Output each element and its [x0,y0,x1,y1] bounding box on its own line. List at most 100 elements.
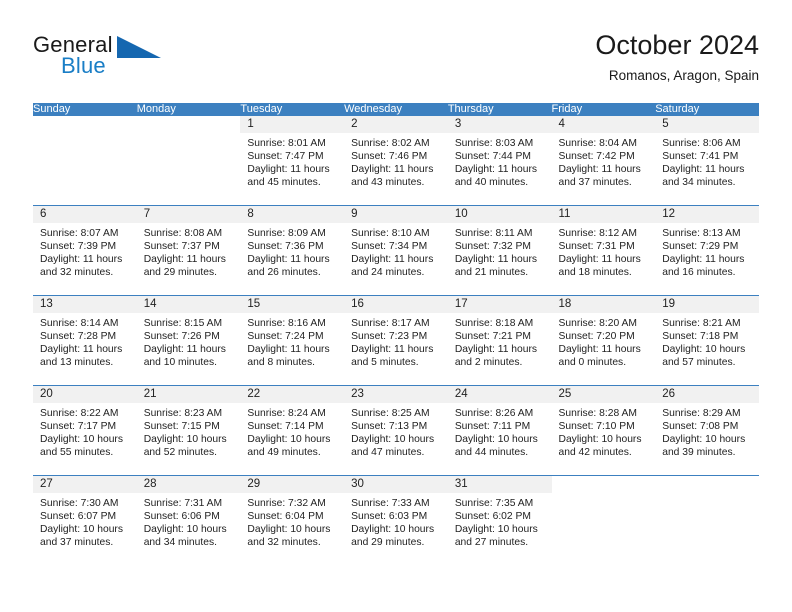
calendar-day-cell[interactable]: 12 Sunrise: 8:13 AM Sunset: 7:29 PM Dayligh… [655,205,759,296]
daylight-text-line2: and 43 minutes. [351,177,425,189]
day-sun-details: Sunrise: 8:03 AM Sunset: 7:44 PM Daylight:… [448,133,552,189]
sunset-text: Sunset: 7:17 PM [40,421,117,433]
calendar-day-cell[interactable]: 11 Sunrise: 8:12 AM Sunset: 7:31 PM Dayligh… [551,205,656,296]
calendar-day-cell[interactable]: 14 Sunrise: 8:15 AM Sunset: 7:26 PM Dayligh… [136,295,241,386]
day-number: 14 [136,296,241,313]
sunset-text: Sunset: 7:13 PM [351,421,428,433]
calendar-day-cell[interactable]: 25 Sunrise: 8:28 AM Sunset: 7:10 PM Dayligh… [551,385,656,476]
calendar-day-cell[interactable]: 6 Sunrise: 8:07 AM Sunset: 7:39 PM Daylight… [33,205,137,296]
day-sun-details: Sunrise: 8:20 AM Sunset: 7:20 PM Daylight:… [552,313,656,369]
sunset-text: Sunset: 6:07 PM [40,511,117,523]
sunrise-text: Sunrise: 8:25 AM [351,408,430,419]
day-sun-details: Sunrise: 8:22 AM Sunset: 7:17 PM Daylight:… [33,403,137,459]
daylight-text-line1: Daylight: 10 hours [454,524,538,536]
sunrise-text: Sunrise: 7:30 AM [40,498,119,509]
calendar-day-cell[interactable]: 8 Sunrise: 8:09 AM Sunset: 7:36 PM Daylight… [240,205,345,296]
calendar-day-cell[interactable] [551,475,656,565]
weekday-header-sunday: Sunday [33,103,137,116]
daylight-text-line1: Daylight: 11 hours [143,254,226,266]
calendar-day-cell[interactable]: 7 Sunrise: 8:08 AM Sunset: 7:37 PM Daylight… [136,205,241,296]
daylight-text-line1: Daylight: 11 hours [558,344,641,356]
calendar-day-cell[interactable]: 22 Sunrise: 8:24 AM Sunset: 7:14 PM Dayligh… [240,385,345,476]
day-sun-details: Sunrise: 7:32 AM Sunset: 6:04 PM Daylight:… [240,493,344,549]
day-sun-details: Sunrise: 8:24 AM Sunset: 7:14 PM Daylight:… [240,403,344,459]
sunset-text: Sunset: 7:44 PM [454,151,531,163]
calendar-day-cell[interactable]: 5 Sunrise: 8:06 AM Sunset: 7:41 PM Daylight… [655,116,759,206]
day-sun-details: Sunrise: 8:04 AM Sunset: 7:42 PM Daylight:… [552,133,656,189]
daylight-text-line1: Daylight: 11 hours [247,344,330,356]
sunrise-text: Sunrise: 8:12 AM [558,228,637,239]
page-header: General Blue October 2024 Romanos, Arago… [33,28,759,94]
calendar-day-cell[interactable] [137,116,241,206]
calendar-day-cell[interactable]: 26 Sunrise: 8:29 AM Sunset: 7:08 PM Dayligh… [655,385,759,476]
sunset-text: Sunset: 7:47 PM [247,151,324,163]
calendar-day-cell[interactable]: 2 Sunrise: 8:02 AM Sunset: 7:46 PM Daylight… [344,116,448,206]
calendar-day-cell[interactable]: 28 Sunrise: 7:31 AM Sunset: 6:06 PM Dayligh… [136,475,241,565]
daylight-text-line1: Daylight: 11 hours [143,344,226,356]
sunrise-text: Sunrise: 8:01 AM [247,138,326,149]
calendar-week-row: 13 Sunrise: 8:14 AM Sunset: 7:28 PM Dayligh… [33,295,759,386]
sunset-text: Sunset: 7:14 PM [247,421,324,433]
calendar-day-cell[interactable]: 4 Sunrise: 8:04 AM Sunset: 7:42 PM Daylight… [551,116,656,206]
calendar-day-cell[interactable] [655,475,759,565]
calendar-day-cell[interactable]: 19 Sunrise: 8:21 AM Sunset: 7:18 PM Dayligh… [655,295,759,386]
sunset-text: Sunset: 7:34 PM [351,241,428,253]
day-sun-details: Sunrise: 8:15 AM Sunset: 7:26 PM Daylight:… [137,313,241,369]
calendar-day-cell[interactable]: 17 Sunrise: 8:18 AM Sunset: 7:21 PM Dayligh… [447,295,552,386]
calendar-day-cell[interactable]: 13 Sunrise: 8:14 AM Sunset: 7:28 PM Dayligh… [33,295,137,386]
calendar-day-cell[interactable]: 10 Sunrise: 8:11 AM Sunset: 7:32 PM Dayligh… [447,205,552,296]
calendar-day-cell[interactable]: 20 Sunrise: 8:22 AM Sunset: 7:17 PM Dayligh… [33,385,137,476]
daylight-text-line1: Daylight: 10 hours [40,434,123,446]
daylight-text-line2: and 18 minutes. [558,267,632,279]
sunrise-text: Sunrise: 8:16 AM [247,318,326,329]
page-subtitle: Romanos, Aragon, Spain [608,68,759,83]
sunrise-text: Sunrise: 8:23 AM [143,408,223,419]
daylight-text-line2: and 8 minutes. [247,357,315,369]
sunrise-text: Sunrise: 8:22 AM [40,408,119,419]
calendar-day-cell[interactable]: 21 Sunrise: 8:23 AM Sunset: 7:15 PM Dayligh… [136,385,241,476]
day-sun-details: Sunrise: 8:16 AM Sunset: 7:24 PM Daylight:… [240,313,344,369]
calendar-day-cell[interactable]: 27 Sunrise: 7:30 AM Sunset: 6:07 PM Dayligh… [33,475,137,565]
day-sun-details: Sunrise: 7:35 AM Sunset: 6:02 PM Daylight:… [448,493,552,549]
daylight-text-line2: and 24 minutes. [351,267,425,279]
day-number: 30 [344,476,448,493]
daylight-text-line1: Daylight: 11 hours [40,344,123,356]
general-blue-logo[interactable]: General Blue [33,32,163,84]
calendar-day-cell[interactable]: 23 Sunrise: 8:25 AM Sunset: 7:13 PM Dayligh… [344,385,448,476]
daylight-text-line2: and 45 minutes. [247,177,321,189]
calendar-day-cell[interactable]: 16 Sunrise: 8:17 AM Sunset: 7:23 PM Dayligh… [344,295,448,386]
daylight-text-line2: and 37 minutes. [40,537,114,549]
daylight-text-line1: Daylight: 10 hours [351,434,435,446]
daylight-text-line1: Daylight: 11 hours [662,254,745,266]
daylight-text-line1: Daylight: 11 hours [247,254,330,266]
day-number [33,116,137,133]
calendar-day-cell[interactable]: 1 Sunrise: 8:01 AM Sunset: 7:47 PM Daylight… [240,116,345,206]
calendar-day-cell[interactable]: 29 Sunrise: 7:32 AM Sunset: 6:04 PM Dayligh… [240,475,345,565]
sunrise-text: Sunrise: 8:02 AM [351,138,430,149]
logo-triangle-icon [117,36,161,58]
calendar-week-row: 1 Sunrise: 8:01 AM Sunset: 7:47 PM Daylight… [33,116,759,206]
sunset-text: Sunset: 7:32 PM [454,241,531,253]
sunrise-text: Sunrise: 8:13 AM [662,228,741,239]
day-number: 5 [655,116,759,133]
calendar-day-cell[interactable]: 3 Sunrise: 8:03 AM Sunset: 7:44 PM Daylight… [447,116,552,206]
day-number [655,476,759,493]
sunrise-text: Sunrise: 7:35 AM [454,498,534,509]
sunset-text: Sunset: 7:20 PM [558,331,635,343]
day-sun-details: Sunrise: 8:13 AM Sunset: 7:29 PM Daylight:… [655,223,759,279]
calendar-day-cell[interactable]: 24 Sunrise: 8:26 AM Sunset: 7:11 PM Dayligh… [447,385,552,476]
sunrise-text: Sunrise: 8:11 AM [454,228,533,239]
daylight-text-line2: and 13 minutes. [40,357,114,369]
calendar-day-cell[interactable] [33,116,137,206]
weekday-header-wednesday: Wednesday [344,103,448,116]
calendar-day-cell[interactable]: 18 Sunrise: 8:20 AM Sunset: 7:20 PM Dayligh… [551,295,656,386]
calendar-day-cell[interactable]: 15 Sunrise: 8:16 AM Sunset: 7:24 PM Dayligh… [240,295,345,386]
daylight-text-line2: and 37 minutes. [558,177,632,189]
calendar-day-cell[interactable]: 30 Sunrise: 7:33 AM Sunset: 6:03 PM Dayligh… [344,475,448,565]
day-number: 10 [447,206,552,223]
calendar-day-cell[interactable]: 31 Sunrise: 7:35 AM Sunset: 6:02 PM Dayligh… [447,475,552,565]
calendar-day-cell[interactable]: 9 Sunrise: 8:10 AM Sunset: 7:34 PM Daylight… [344,205,448,296]
calendar-page: General Blue October 2024 Romanos, Arago… [0,0,792,612]
sunrise-text: Sunrise: 7:31 AM [143,498,223,509]
logo-text-blue: Blue [61,53,106,78]
